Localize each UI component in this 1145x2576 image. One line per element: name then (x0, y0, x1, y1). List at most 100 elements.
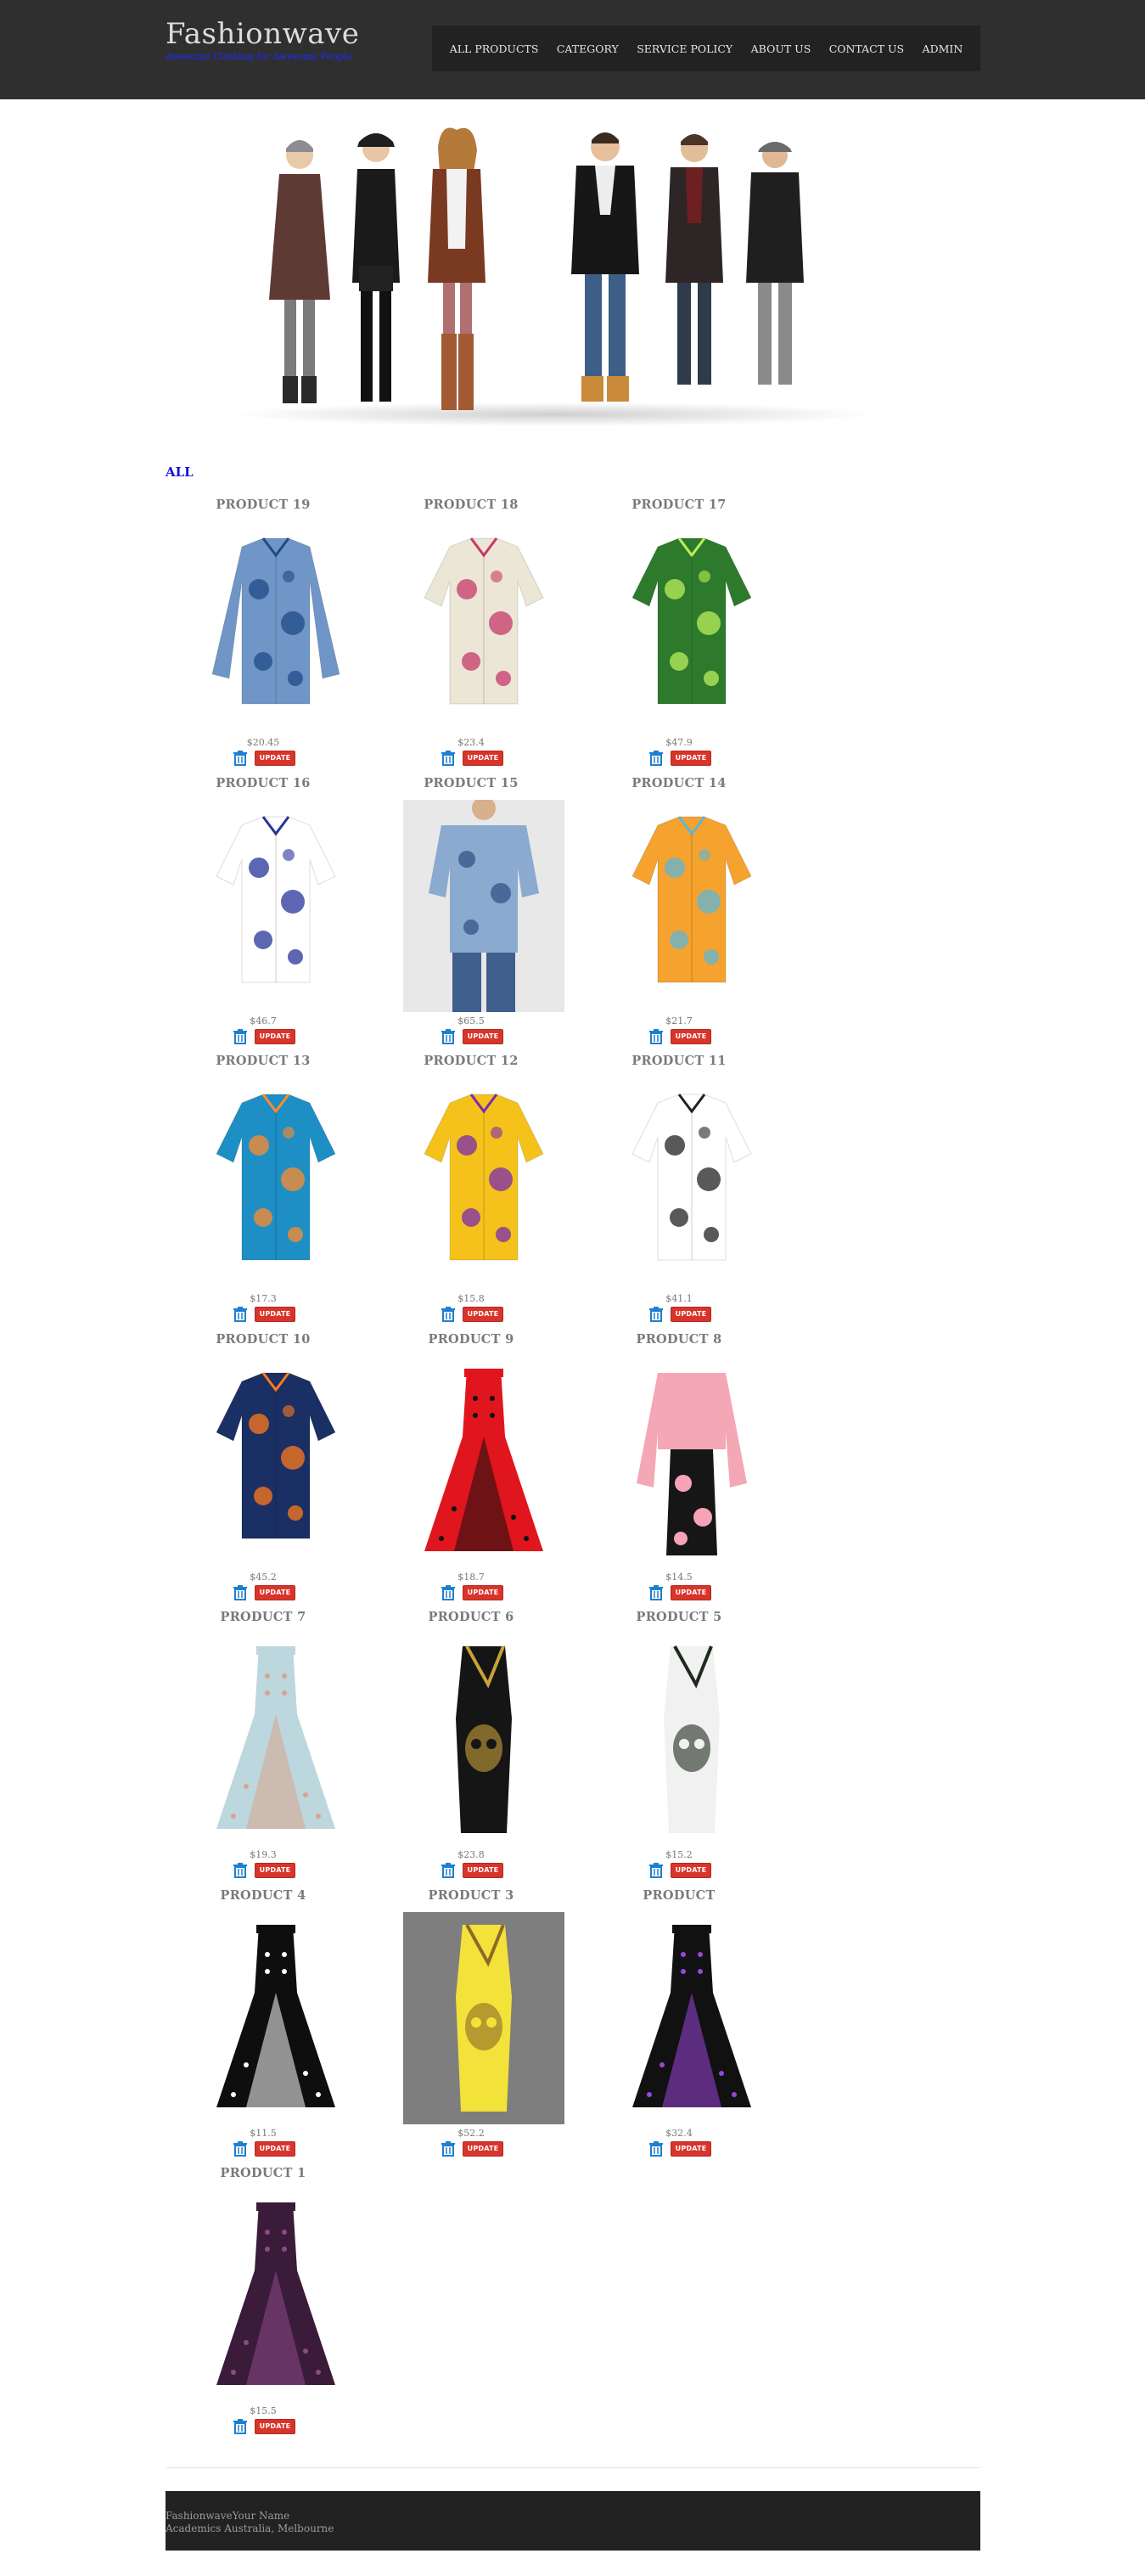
update-button[interactable]: UPDATE (670, 2141, 712, 2157)
product-card[interactable]: PRODUCT 17 $47.9 UPDATE (577, 498, 781, 775)
product-image[interactable] (611, 1077, 772, 1290)
product-title[interactable]: PRODUCT 1 (161, 2166, 365, 2180)
product-image[interactable] (403, 1912, 564, 2124)
product-title[interactable]: PRODUCT 13 (161, 1054, 365, 1068)
product-card[interactable]: PRODUCT 8 $14.5 UPDATE (577, 1332, 781, 1610)
product-card[interactable]: PRODUCT 11 $41.1 UPDATE (577, 1054, 781, 1331)
delete-icon[interactable] (647, 751, 665, 766)
product-image[interactable] (195, 521, 356, 734)
nav-admin[interactable]: ADMIN (923, 42, 963, 55)
product-image[interactable] (403, 1634, 564, 1846)
product-title[interactable]: PRODUCT 10 (161, 1332, 365, 1347)
update-button[interactable]: UPDATE (254, 2419, 296, 2434)
nav-service-policy[interactable]: SERVICE POLICY (637, 42, 732, 55)
product-image[interactable] (611, 1912, 772, 2124)
nav-contact-us[interactable]: CONTACT US (829, 42, 904, 55)
delete-icon[interactable] (647, 1863, 665, 1878)
product-card[interactable]: PRODUCT 13 $17.3 UPDATE (161, 1054, 365, 1331)
update-button[interactable]: UPDATE (670, 751, 712, 766)
product-card[interactable]: PRODUCT 10 $45.2 UPDATE (161, 1332, 365, 1610)
nav-about-us[interactable]: ABOUT US (751, 42, 811, 55)
update-button[interactable]: UPDATE (670, 1307, 712, 1322)
product-title[interactable]: PRODUCT 4 (161, 1888, 365, 1903)
product-title[interactable]: PRODUCT 16 (161, 776, 365, 790)
product-image[interactable] (403, 796, 564, 1012)
brand[interactable]: Fashionwave Awesome Clothing for Awesome… (166, 17, 359, 63)
delete-icon[interactable] (231, 1863, 250, 1878)
product-title[interactable]: PRODUCT 12 (369, 1054, 573, 1068)
delete-icon[interactable] (439, 1029, 457, 1044)
delete-icon[interactable] (647, 1585, 665, 1600)
update-button[interactable]: UPDATE (670, 1029, 712, 1044)
update-button[interactable]: UPDATE (670, 1863, 712, 1878)
delete-icon[interactable] (439, 1863, 457, 1878)
product-title[interactable]: PRODUCT 19 (161, 498, 365, 512)
product-title[interactable]: PRODUCT 9 (369, 1332, 573, 1347)
product-title[interactable]: PRODUCT 14 (577, 776, 781, 790)
delete-icon[interactable] (231, 1585, 250, 1600)
update-button[interactable]: UPDATE (254, 751, 296, 766)
product-card[interactable]: PRODUCT 7 $19.3 UPDATE (161, 1610, 365, 1887)
product-image[interactable] (403, 1356, 564, 1568)
product-card[interactable]: PRODUCT 3 $52.2 UPDATE (369, 1888, 573, 2166)
product-card[interactable]: PRODUCT 15 $65.5 UPDATE (369, 776, 573, 1054)
product-card[interactable]: PRODUCT $32.4 UPDATE (577, 1888, 781, 2166)
delete-icon[interactable] (439, 2141, 457, 2157)
update-button[interactable]: UPDATE (670, 1585, 712, 1600)
update-button[interactable]: UPDATE (254, 1585, 296, 1600)
delete-icon[interactable] (231, 2419, 250, 2434)
delete-icon[interactable] (231, 1029, 250, 1044)
delete-icon[interactable] (439, 1307, 457, 1322)
product-title[interactable]: PRODUCT 8 (577, 1332, 781, 1347)
update-button[interactable]: UPDATE (462, 1863, 504, 1878)
product-image[interactable] (403, 1077, 564, 1290)
nav-all-products[interactable]: ALL PRODUCTS (450, 42, 539, 55)
product-card[interactable]: PRODUCT 18 $23.4 UPDATE (369, 498, 573, 775)
product-image[interactable] (195, 800, 356, 1012)
product-title[interactable]: PRODUCT 11 (577, 1054, 781, 1068)
delete-icon[interactable] (439, 751, 457, 766)
update-button[interactable]: UPDATE (462, 751, 504, 766)
product-title[interactable]: PRODUCT (577, 1888, 781, 1903)
product-image[interactable] (195, 2190, 356, 2402)
product-image[interactable] (195, 1634, 356, 1846)
product-title[interactable]: PRODUCT 6 (369, 1610, 573, 1624)
product-title[interactable]: PRODUCT 5 (577, 1610, 781, 1624)
product-image[interactable] (195, 1077, 356, 1290)
update-button[interactable]: UPDATE (254, 1029, 296, 1044)
update-button[interactable]: UPDATE (462, 1585, 504, 1600)
product-image[interactable] (403, 521, 564, 734)
update-button[interactable]: UPDATE (462, 1307, 504, 1322)
product-card[interactable]: PRODUCT 14 $21.7 UPDATE (577, 776, 781, 1054)
product-title[interactable]: PRODUCT 15 (369, 776, 573, 790)
product-card[interactable]: PRODUCT 12 $15.8 UPDATE (369, 1054, 573, 1331)
category-heading[interactable]: ALL (166, 464, 194, 480)
product-image[interactable] (611, 1356, 772, 1568)
product-title[interactable]: PRODUCT 18 (369, 498, 573, 512)
product-card[interactable]: PRODUCT 4 $11.5 UPDATE (161, 1888, 365, 2166)
update-button[interactable]: UPDATE (254, 2141, 296, 2157)
product-title[interactable]: PRODUCT 17 (577, 498, 781, 512)
update-button[interactable]: UPDATE (254, 1863, 296, 1878)
product-card[interactable]: PRODUCT 16 $46.7 UPDATE (161, 776, 365, 1054)
delete-icon[interactable] (439, 1585, 457, 1600)
update-button[interactable]: UPDATE (462, 1029, 504, 1044)
delete-icon[interactable] (647, 2141, 665, 2157)
product-title[interactable]: PRODUCT 7 (161, 1610, 365, 1624)
product-image[interactable] (611, 521, 772, 734)
product-image[interactable] (195, 1356, 356, 1568)
product-image[interactable] (611, 800, 772, 1012)
product-image[interactable] (195, 1912, 356, 2124)
product-card[interactable]: PRODUCT 19 $20.45 UPDATE (161, 498, 365, 775)
delete-icon[interactable] (231, 1307, 250, 1322)
delete-icon[interactable] (231, 751, 250, 766)
delete-icon[interactable] (647, 1029, 665, 1044)
product-card[interactable]: PRODUCT 5 $15.2 UPDATE (577, 1610, 781, 1887)
brand-title[interactable]: Fashionwave (166, 17, 359, 51)
product-card[interactable]: PRODUCT 1 $15.5 UPDATE (161, 2166, 365, 2444)
delete-icon[interactable] (647, 1307, 665, 1322)
product-image[interactable] (611, 1634, 772, 1846)
nav-category[interactable]: CATEGORY (557, 42, 619, 55)
update-button[interactable]: UPDATE (462, 2141, 504, 2157)
product-card[interactable]: PRODUCT 6 $23.8 UPDATE (369, 1610, 573, 1887)
